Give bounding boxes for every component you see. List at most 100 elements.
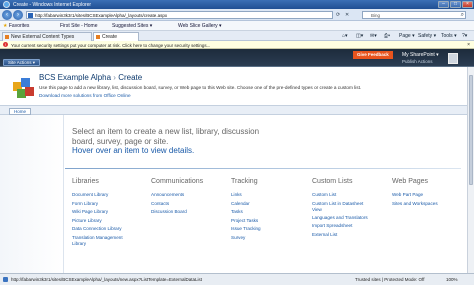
window-title: Create - Windows Internet Explorer bbox=[13, 1, 92, 8]
refresh-icon[interactable]: ⟳ bbox=[336, 12, 340, 18]
user-menu[interactable]: My SharePoint ▾ bbox=[402, 52, 439, 58]
shield-icon: ! bbox=[3, 42, 8, 47]
window-title-bar: Create - Windows Internet Explorer – □ × bbox=[0, 0, 474, 9]
site-name-link[interactable]: BCS Example Alpha bbox=[39, 73, 111, 82]
minimize-button[interactable]: – bbox=[438, 1, 449, 8]
address-bar: ‹ › http://fabarwin3k3r1/sites/BCSExampl… bbox=[0, 9, 474, 21]
safety-menu[interactable]: Safety ▾ bbox=[418, 33, 436, 39]
stop-icon[interactable]: ✕ bbox=[345, 12, 349, 18]
sharepoint-ribbon: Site Actions ▾ Give Feedback My SharePoi… bbox=[0, 49, 474, 67]
page-description: Use this page to add a new library, list… bbox=[39, 85, 362, 90]
url-input[interactable]: http://fabarwin3k3r1/sites/BCSExampleAlp… bbox=[26, 11, 333, 19]
favorites-button[interactable]: ★ Favorites bbox=[3, 23, 29, 29]
category-title: Web Pages bbox=[392, 178, 429, 185]
create-item-link[interactable]: Survey bbox=[231, 234, 309, 243]
favorite-item-label: Suggested Sites bbox=[112, 23, 149, 29]
user-name: My SharePoint bbox=[402, 52, 435, 58]
page-menu[interactable]: Page ▾ bbox=[399, 33, 415, 39]
category-title: Custom Lists bbox=[312, 178, 353, 185]
create-item-link[interactable]: Contacts bbox=[151, 200, 229, 209]
tab-bar: New External Content Types Create ⌂▾ ◫▾ … bbox=[0, 31, 474, 41]
create-item-link[interactable]: Form Library bbox=[72, 200, 150, 209]
create-item-link[interactable]: Wiki Page Library bbox=[72, 208, 150, 217]
home-tab[interactable]: Home bbox=[9, 108, 32, 115]
category-title: Communications bbox=[151, 178, 204, 185]
page-menu-label: Page bbox=[399, 33, 411, 39]
create-item-link[interactable]: Tasks bbox=[231, 208, 309, 217]
create-item-link[interactable]: Project Tasks bbox=[231, 217, 309, 226]
close-button[interactable]: × bbox=[462, 1, 473, 8]
security-zone[interactable]: Trusted sites | Protected Mode: Off bbox=[355, 277, 424, 282]
zoom-level[interactable]: 100% bbox=[446, 277, 458, 282]
url-text: http://fabarwin3k3r1/sites/BCSExampleAlp… bbox=[35, 13, 168, 18]
tab-label: New External Content Types bbox=[11, 34, 75, 40]
create-item-link[interactable]: Custom List in Datasheet View bbox=[312, 201, 372, 212]
create-item-link[interactable]: Picture Library bbox=[72, 217, 150, 226]
back-button[interactable]: ‹ bbox=[2, 10, 12, 20]
create-item-link[interactable]: Discussion Board bbox=[151, 208, 229, 217]
category-libraries: Libraries Document Library Form Library … bbox=[72, 178, 150, 248]
category-title: Tracking bbox=[231, 178, 258, 185]
forward-button[interactable]: › bbox=[13, 10, 23, 20]
page-icon bbox=[28, 13, 33, 18]
search-icon[interactable]: ⌕ bbox=[461, 12, 464, 19]
star-icon: ★ bbox=[3, 23, 8, 29]
give-feedback-button[interactable]: Give Feedback bbox=[353, 51, 393, 59]
tools-menu-label: Tools bbox=[441, 33, 453, 39]
status-bar: http://fabarwin3k3r1/sites/BCSExampleAlp… bbox=[0, 273, 474, 285]
create-item-link[interactable]: Document Library bbox=[72, 191, 150, 200]
create-item-link[interactable]: Calendar bbox=[231, 200, 309, 209]
download-solutions-link[interactable]: Download more solutions from Office Onli… bbox=[39, 93, 131, 98]
favorites-bar: ★ Favorites First Site - Home Suggested … bbox=[0, 21, 474, 31]
print-icon[interactable]: ⎙▾ bbox=[384, 33, 390, 39]
breadcrumb: Home bbox=[0, 105, 474, 115]
favorite-item-label: Web Slice Gallery bbox=[178, 23, 218, 29]
site-actions-button[interactable]: Site Actions ▾ bbox=[3, 59, 41, 66]
sharepoint-logo-icon bbox=[13, 78, 35, 100]
avatar[interactable] bbox=[448, 53, 458, 64]
create-item-link[interactable]: Links bbox=[231, 191, 309, 200]
search-input[interactable]: Bing ⌕ bbox=[362, 11, 466, 19]
create-item-link[interactable]: Languages and Translators bbox=[312, 214, 390, 223]
favorites-label: Favorites bbox=[8, 23, 30, 29]
home-icon[interactable]: ⌂▾ bbox=[342, 33, 348, 39]
close-icon[interactable]: × bbox=[467, 42, 470, 48]
hover-hint: Hover over an item to view details. bbox=[72, 146, 195, 155]
tools-menu[interactable]: Tools ▾ bbox=[441, 33, 457, 39]
ie-icon bbox=[3, 1, 10, 8]
page-icon bbox=[3, 277, 8, 282]
status-url: http://fabarwin3k3r1/sites/BCSExampleAlp… bbox=[11, 277, 202, 282]
maximize-button[interactable]: □ bbox=[450, 1, 461, 8]
category-web-pages: Web Pages Web Part Page Sites and Worksp… bbox=[392, 178, 464, 208]
favorite-item[interactable]: Suggested Sites ▾ bbox=[112, 23, 152, 29]
tab-create[interactable]: Create bbox=[93, 32, 139, 41]
create-item-link[interactable]: Sites and Workspaces bbox=[392, 200, 464, 209]
create-item-link[interactable]: Translation Management Library bbox=[72, 235, 134, 246]
security-info-bar[interactable]: ! Your current security settings put you… bbox=[0, 41, 474, 49]
feeds-icon[interactable]: ◫▾ bbox=[356, 33, 363, 39]
create-item-link[interactable]: Web Part Page bbox=[392, 191, 464, 200]
create-item-link[interactable]: Import Spreadsheet bbox=[312, 222, 390, 231]
tab-icon bbox=[5, 35, 9, 39]
tab-label: Create bbox=[102, 34, 118, 40]
scrollbar-thumb[interactable] bbox=[469, 75, 473, 185]
favorite-item-label: First Site - Home bbox=[60, 23, 98, 29]
site-actions-label: Site Actions bbox=[8, 60, 32, 65]
search-placeholder: Bing bbox=[371, 13, 381, 18]
divider bbox=[65, 168, 461, 169]
create-item-link[interactable]: Custom List bbox=[312, 191, 390, 200]
help-icon[interactable]: ?▾ bbox=[462, 33, 467, 39]
page-name: Create bbox=[118, 73, 143, 82]
tab-external-content-types[interactable]: New External Content Types bbox=[2, 32, 92, 41]
category-title: Libraries bbox=[72, 178, 99, 185]
category-tracking: Tracking Links Calendar Tasks Project Ta… bbox=[231, 178, 309, 242]
user-sub-label: Publish Actions bbox=[402, 59, 433, 64]
favorite-item[interactable]: First Site - Home bbox=[60, 23, 98, 29]
mail-icon[interactable]: ✉▾ bbox=[370, 33, 377, 39]
create-item-link[interactable]: External List bbox=[312, 231, 390, 240]
vertical-scrollbar[interactable] bbox=[467, 67, 474, 273]
create-item-link[interactable]: Announcements bbox=[151, 191, 229, 200]
favorite-item[interactable]: Web Slice Gallery ▾ bbox=[178, 23, 222, 29]
create-item-link[interactable]: Data Connection Library bbox=[72, 225, 150, 234]
create-item-link[interactable]: Issue Tracking bbox=[231, 225, 309, 234]
